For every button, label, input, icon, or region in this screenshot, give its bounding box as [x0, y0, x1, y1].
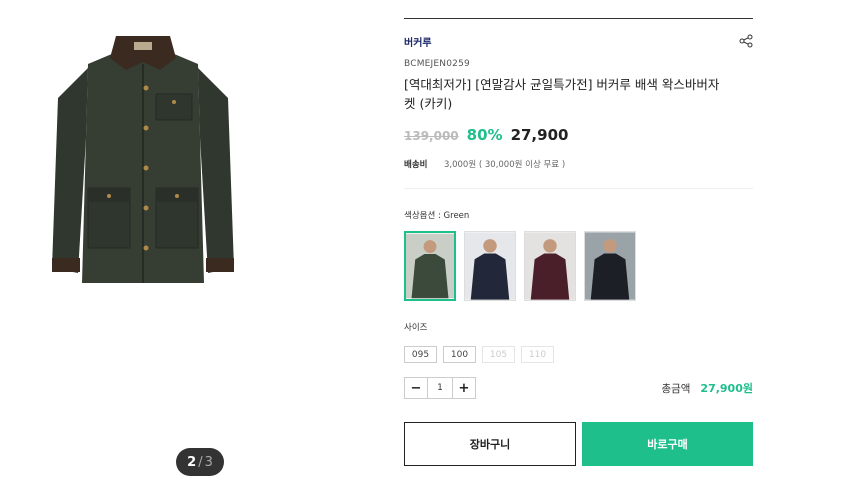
brand-row: 버커루	[404, 33, 753, 49]
share-icon[interactable]	[739, 34, 753, 48]
quantity-decrease-button[interactable]: −	[405, 378, 427, 398]
size-option-095[interactable]: 095	[404, 346, 437, 363]
purchase-actions: 장바구니 바로구매	[404, 422, 753, 466]
product-title: [역대최저가] [연말감사 균일특가전] 버커루 배색 왁스바버자켓 (카키)	[404, 77, 720, 111]
size-options: 095 100 105 110	[404, 346, 753, 363]
original-price: 139,000	[404, 129, 459, 143]
total-pages: 3	[204, 454, 213, 470]
price-row: 139,000 80% 27,900	[404, 126, 753, 144]
size-option-label: 사이즈	[404, 323, 428, 333]
product-image-jacket	[52, 36, 234, 283]
model-green-jacket-image	[406, 233, 454, 299]
shipping-label: 배송비	[404, 160, 428, 170]
discount-rate: 80%	[466, 126, 503, 144]
buy-now-button[interactable]: 바로구매	[582, 422, 753, 466]
sale-price: 27,900	[510, 126, 569, 144]
size-option-105[interactable]: 105	[482, 346, 515, 363]
add-to-cart-button[interactable]: 장바구니	[404, 422, 576, 466]
top-divider	[404, 18, 753, 19]
shipping-value: 3,000원 ( 30,000원 이상 무료 )	[444, 160, 566, 170]
quantity-stepper: − 1 +	[404, 377, 476, 399]
current-page: 2	[187, 454, 197, 470]
model-burgundy-jacket-image	[525, 232, 575, 300]
section-divider	[404, 188, 753, 189]
shipping-row: 배송비 3,000원 ( 30,000원 이상 무료 )	[404, 158, 753, 170]
quantity-row: − 1 + 총금액 27,900원	[404, 377, 753, 399]
color-swatches	[404, 231, 753, 301]
total-label: 총금액	[661, 383, 691, 395]
size-option-100[interactable]: 100	[443, 346, 476, 363]
color-swatch-navy[interactable]	[464, 231, 516, 301]
quantity-increase-button[interactable]: +	[453, 378, 475, 398]
color-swatch-burgundy[interactable]	[524, 231, 576, 301]
color-swatch-black[interactable]	[584, 231, 636, 301]
brand-name[interactable]: 버커루	[404, 34, 432, 49]
model-navy-jacket-image	[465, 232, 515, 300]
total-value: 27,900원	[700, 382, 753, 395]
color-option-label: 색상옵션 : Green	[404, 211, 470, 221]
quantity-value[interactable]: 1	[427, 378, 453, 398]
image-page-indicator[interactable]: 2 / 3	[176, 448, 224, 476]
product-info: 버커루 BCMEJEN0259 [역대최저가] [연말감사 균일특가전] 버커루…	[404, 18, 753, 466]
model-black-jacket-image	[585, 232, 635, 300]
size-option-110[interactable]: 110	[521, 346, 554, 363]
product-code: BCMEJEN0259	[404, 59, 470, 69]
total-price: 총금액 27,900원	[661, 380, 753, 396]
page-separator: /	[198, 454, 203, 470]
color-swatch-green[interactable]	[404, 231, 456, 301]
